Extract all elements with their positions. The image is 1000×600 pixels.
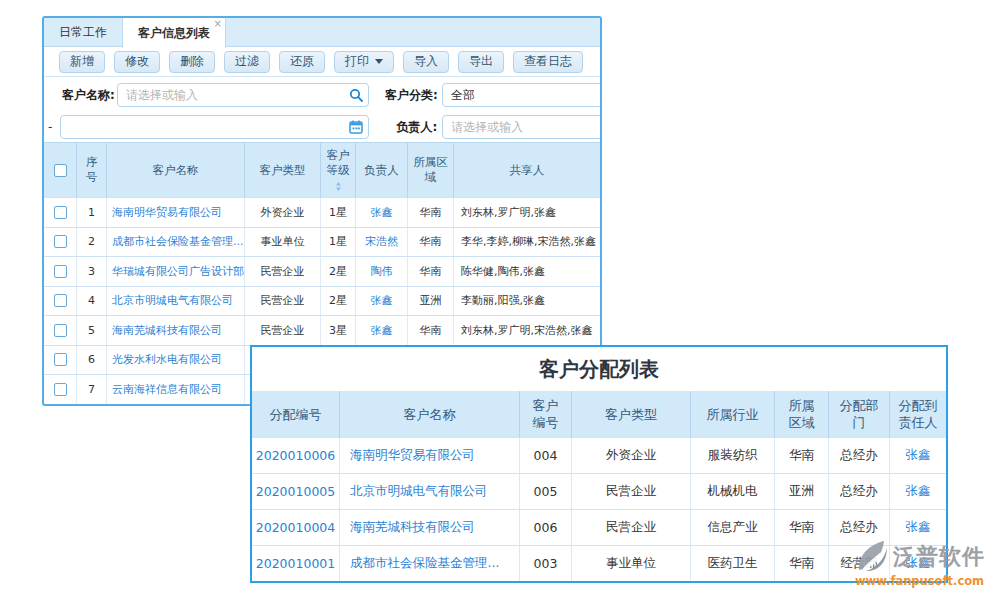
assign-id-link[interactable]: 2020010005 bbox=[256, 484, 336, 499]
assign-id-link[interactable]: 2020010006 bbox=[256, 448, 336, 463]
view-log-button[interactable]: 查看日志 bbox=[513, 51, 583, 73]
person-link[interactable]: 张鑫 bbox=[906, 447, 931, 464]
customer-table-header: 序号 客户名称 客户类型 客户等级 负责人 所属区域 共享人 bbox=[44, 142, 600, 197]
header-owner: 负责人 bbox=[356, 143, 408, 197]
customer-link[interactable]: 云南海祥信息有限公司 bbox=[112, 382, 222, 397]
modify-button[interactable]: 修改 bbox=[114, 51, 160, 73]
header-region: 所属区域 bbox=[775, 391, 829, 437]
import-button[interactable]: 导入 bbox=[403, 51, 449, 73]
row-checkbox[interactable] bbox=[54, 324, 67, 337]
customer-link[interactable]: 海南芜城科技有限公司 bbox=[350, 519, 475, 536]
owner-label: 负责人: bbox=[385, 119, 437, 136]
customer-link[interactable]: 光发水利水电有限公司 bbox=[112, 352, 222, 367]
table-row[interactable]: 2020010001 成都市社会保险基金管理... 003 事业单位 医药卫生 … bbox=[252, 545, 946, 581]
filter-button[interactable]: 过滤 bbox=[224, 51, 270, 73]
customer-link[interactable]: 海南芜城科技有限公司 bbox=[112, 323, 222, 338]
person-link[interactable]: 张鑫 bbox=[906, 519, 931, 536]
row-checkbox[interactable] bbox=[54, 383, 67, 396]
assign-panel-title: 客户分配列表 bbox=[252, 347, 946, 391]
header-customer-type: 客户类型 bbox=[245, 143, 321, 197]
header-customer-name: 客户名称 bbox=[340, 391, 520, 437]
header-region: 所属区域 bbox=[408, 143, 454, 197]
customer-link[interactable]: 北京市明城电气有限公司 bbox=[350, 483, 488, 500]
print-button[interactable]: 打印 bbox=[334, 51, 394, 73]
assign-id-link[interactable]: 2020010004 bbox=[256, 520, 336, 535]
row-checkbox[interactable] bbox=[54, 235, 67, 248]
filter-area: 客户名称: 客户分类: - 负责人: bbox=[44, 77, 600, 142]
restore-button[interactable]: 还原 bbox=[279, 51, 325, 73]
header-customer-level[interactable]: 客户等级 bbox=[321, 143, 356, 197]
person-link[interactable]: 张鑫 bbox=[906, 483, 931, 500]
owner-link[interactable]: 张鑫 bbox=[371, 323, 393, 338]
customer-category-select[interactable] bbox=[442, 83, 602, 107]
table-row[interactable]: 1 海南明华贸易有限公司 外资企业 1星 张鑫 华南 刘东林,罗广明,张鑫 bbox=[44, 197, 600, 227]
toolbar: 新增 修改 删除 过滤 还原 打印 导入 导出 查看日志 bbox=[44, 47, 600, 77]
owner-link[interactable]: 陶伟 bbox=[371, 264, 393, 279]
tab-close-icon[interactable]: × bbox=[214, 19, 222, 29]
table-row[interactable]: 4 北京市明城电气有限公司 民营企业 2星 张鑫 亚洲 李勤丽,阳强,张鑫 bbox=[44, 286, 600, 316]
header-shared: 共享人 bbox=[454, 143, 600, 197]
header-no: 序号 bbox=[77, 143, 107, 197]
owner-link[interactable]: 宋浩然 bbox=[365, 234, 398, 249]
table-row[interactable]: 3 华瑞城有限公司广告设计部 民营企业 2星 陶伟 华南 陈华健,陶伟,张鑫 bbox=[44, 256, 600, 286]
print-dropdown-caret-icon bbox=[375, 59, 383, 64]
date-range-dash: - bbox=[48, 120, 52, 134]
header-industry: 所属行业 bbox=[691, 391, 775, 437]
tab-customer-info-list[interactable]: 客户信息列表 × bbox=[122, 18, 226, 48]
row-checkbox[interactable] bbox=[54, 265, 67, 278]
header-assign-person: 分配到责任人 bbox=[890, 391, 946, 437]
select-all-checkbox[interactable] bbox=[54, 164, 67, 177]
sort-icon[interactable] bbox=[333, 181, 344, 192]
search-icon[interactable] bbox=[349, 88, 363, 102]
customer-link[interactable]: 海南明华贸易有限公司 bbox=[112, 205, 222, 220]
table-row[interactable]: 2020010004 海南芜城科技有限公司 006 民营企业 信息产业 华南 总… bbox=[252, 509, 946, 545]
header-customer-name: 客户名称 bbox=[107, 143, 245, 197]
row-checkbox[interactable] bbox=[54, 294, 67, 307]
watermark: 泛普软件 www.fanpusoft.com bbox=[854, 540, 985, 588]
table-row[interactable]: 2020010006 海南明华贸易有限公司 004 外资企业 服装纺织 华南 总… bbox=[252, 437, 946, 473]
owner-link[interactable]: 张鑫 bbox=[371, 205, 393, 220]
customer-category-label: 客户分类: bbox=[385, 87, 437, 104]
row-checkbox[interactable] bbox=[54, 353, 67, 366]
customer-link[interactable]: 华瑞城有限公司广告设计部 bbox=[112, 264, 244, 279]
export-button[interactable]: 导出 bbox=[458, 51, 504, 73]
watermark-brand: 泛普软件 bbox=[893, 542, 985, 572]
row-checkbox[interactable] bbox=[54, 206, 67, 219]
calendar-icon[interactable] bbox=[349, 120, 363, 134]
customer-name-label: 客户名称: bbox=[62, 87, 117, 104]
add-button[interactable]: 新增 bbox=[59, 51, 105, 73]
table-row[interactable]: 2 成都市社会保险基金管理... 事业单位 1星 宋浩然 华南 李华,李婷,柳琳… bbox=[44, 227, 600, 257]
table-row[interactable]: 5 海南芜城科技有限公司 民营企业 3星 张鑫 华南 刘东林,罗广明,宋浩然,张… bbox=[44, 315, 600, 345]
table-row[interactable]: 2020010005 北京市明城电气有限公司 005 民营企业 机械机电 亚洲 … bbox=[252, 473, 946, 509]
customer-assign-panel: 客户分配列表 分配编号 客户名称 客户编号 客户类型 所属行业 所属区域 分配部… bbox=[250, 345, 948, 583]
tab-bar: 日常工作 客户信息列表 × bbox=[44, 18, 600, 47]
customer-name-input[interactable] bbox=[117, 83, 369, 107]
header-customer-type: 客户类型 bbox=[572, 391, 691, 437]
customer-link[interactable]: 成都市社会保险基金管理... bbox=[112, 234, 244, 249]
fanpu-logo-icon bbox=[854, 540, 892, 574]
tab-daily-work[interactable]: 日常工作 bbox=[44, 18, 122, 46]
customer-link[interactable]: 海南明华贸易有限公司 bbox=[350, 447, 475, 464]
delete-button[interactable]: 删除 bbox=[169, 51, 215, 73]
owner-link[interactable]: 张鑫 bbox=[371, 293, 393, 308]
header-assign-dept: 分配部门 bbox=[829, 391, 890, 437]
watermark-url: www.fanpusoft.com bbox=[855, 574, 984, 588]
customer-link[interactable]: 北京市明城电气有限公司 bbox=[112, 293, 233, 308]
assign-id-link[interactable]: 2020010001 bbox=[256, 556, 336, 571]
owner-input[interactable] bbox=[442, 115, 602, 139]
header-assign-id: 分配编号 bbox=[252, 391, 340, 437]
customer-link[interactable]: 成都市社会保险基金管理... bbox=[350, 555, 499, 572]
date-input[interactable] bbox=[60, 115, 369, 139]
assign-table-header: 分配编号 客户名称 客户编号 客户类型 所属行业 所属区域 分配部门 分配到责任… bbox=[252, 391, 946, 437]
header-customer-code: 客户编号 bbox=[520, 391, 572, 437]
